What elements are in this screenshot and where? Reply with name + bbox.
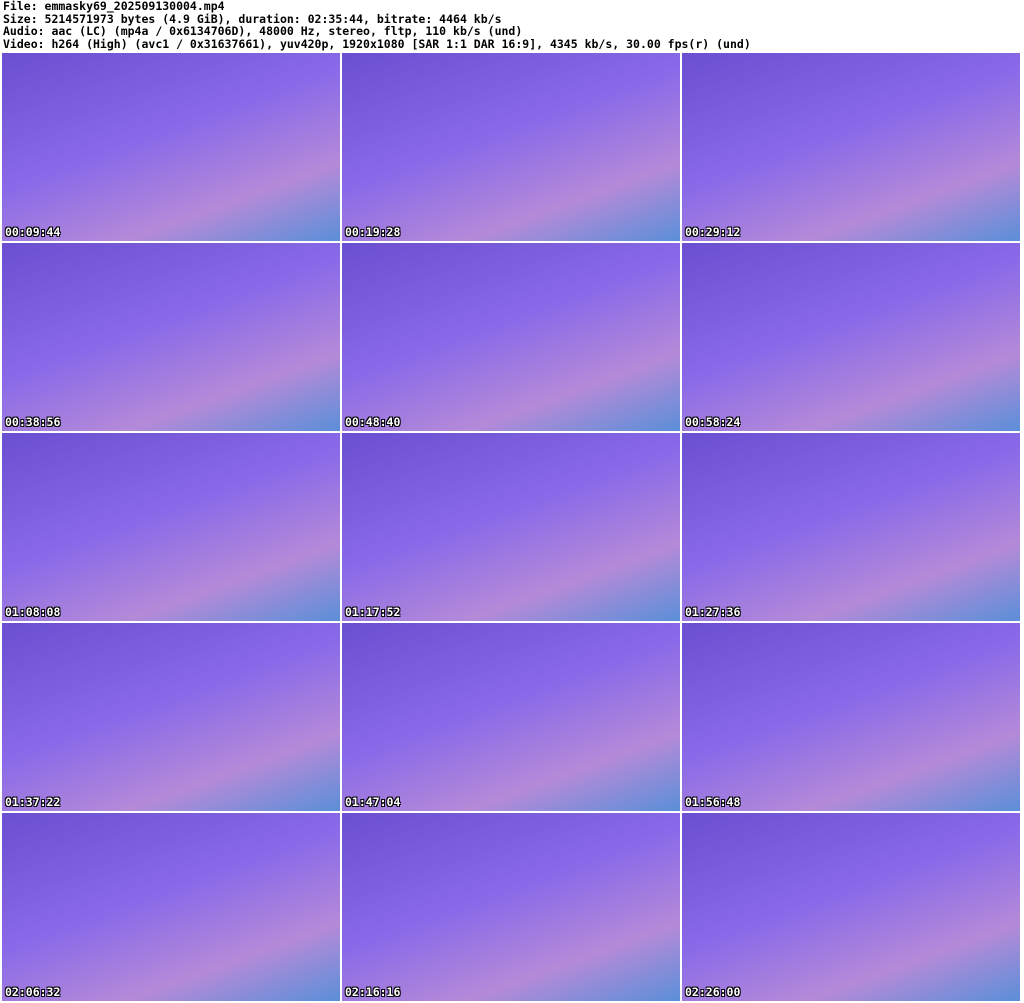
video-thumbnail: 01:08:08 (2, 433, 340, 621)
thumbnail-grid: 00:09:44 00:19:28 00:29:12 00:38:56 00:48:40… (2, 53, 1020, 1001)
video-thumbnail: 01:56:48 (682, 623, 1020, 811)
video-thumbnail: 00:38:56 (2, 243, 340, 431)
video-thumbnail: 01:47:04 (342, 623, 680, 811)
thumbnail-timestamp: 00:38:56 (5, 415, 61, 429)
video-thumbnail: 01:27:36 (682, 433, 1020, 621)
thumbnail-timestamp: 01:08:08 (5, 605, 61, 619)
video-thumbnail: 02:26:00 (682, 813, 1020, 1001)
video-thumbnail: 02:16:16 (342, 813, 680, 1001)
thumbnail-timestamp: 00:58:24 (685, 415, 741, 429)
video-thumbnail: 00:19:28 (342, 53, 680, 241)
thumbnail-timestamp: 02:06:32 (5, 985, 61, 999)
video-thumbnail: 00:48:40 (342, 243, 680, 431)
video-thumbnail: 01:37:22 (2, 623, 340, 811)
audio-info: Audio: aac (LC) (mp4a / 0x6134706D), 480… (3, 24, 523, 38)
thumbnail-timestamp: 00:19:28 (345, 225, 401, 239)
thumbnail-timestamp: 01:56:48 (685, 795, 741, 809)
thumbnail-timestamp: 01:37:22 (5, 795, 61, 809)
thumbnail-timestamp: 01:47:04 (345, 795, 401, 809)
thumbnail-timestamp: 00:09:44 (5, 225, 61, 239)
video-thumbnail: 02:06:32 (2, 813, 340, 1001)
thumbnail-timestamp: 02:16:16 (345, 985, 401, 999)
video-thumbnail: 00:29:12 (682, 53, 1020, 241)
video-info: Video: h264 (High) (avc1 / 0x31637661), … (3, 36, 751, 51)
thumbnail-timestamp: 02:26:00 (685, 985, 741, 999)
thumbnail-timestamp: 01:17:52 (345, 605, 401, 619)
file-info-header: File: emmasky69_202509130004.mp4 Size: 52… (3, 0, 751, 50)
thumbnail-timestamp: 00:48:40 (345, 415, 401, 429)
thumbnail-timestamp: 00:29:12 (685, 225, 741, 239)
video-thumbnail: 00:58:24 (682, 243, 1020, 431)
video-thumbnail: 01:17:52 (342, 433, 680, 621)
video-thumbnail: 00:09:44 (2, 53, 340, 241)
file-name: File: emmasky69_202509130004.mp4 (3, 0, 225, 13)
thumbnail-timestamp: 01:27:36 (685, 605, 741, 619)
